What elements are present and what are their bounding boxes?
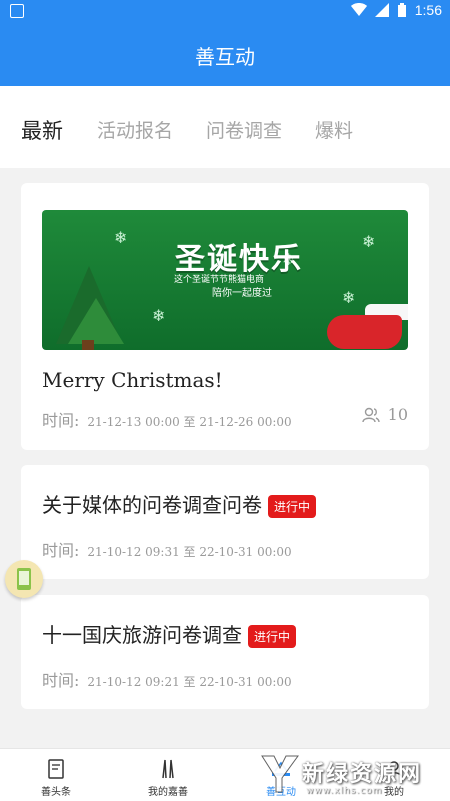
floating-shortcut-button[interactable] bbox=[5, 560, 43, 598]
survey-title: 关于媒体的问卷调查问卷 进行中 bbox=[42, 489, 317, 518]
time-range: 21-12-13 00:00 至 21-12-26 00:00 bbox=[87, 415, 292, 429]
document-icon bbox=[48, 759, 64, 779]
snowflake-icon: ❄ bbox=[342, 288, 356, 307]
time-label: 时间: bbox=[42, 541, 80, 560]
nav-item-interaction[interactable]: 善互动 bbox=[225, 749, 337, 801]
nav-label: 我的 bbox=[384, 787, 404, 798]
survey-card[interactable]: 十一国庆旅游问卷调查 进行中 时间: 21-10-12 09:21 至 22-10-… bbox=[21, 595, 429, 709]
nav-label: 善互动 bbox=[266, 787, 296, 798]
nav-label: 我的嘉善 bbox=[148, 787, 188, 798]
survey-time: 时间: 21-10-12 09:21 至 22-10-31 00:00 bbox=[42, 667, 292, 691]
survey-title-text: 十一国庆旅游问卷调查 bbox=[42, 623, 242, 647]
phone-icon bbox=[17, 568, 31, 590]
profile-icon bbox=[385, 761, 403, 779]
page-title: 善互动 bbox=[195, 44, 255, 69]
status-bar: 1:56 bbox=[0, 0, 450, 24]
battery-icon bbox=[397, 2, 406, 17]
tab-latest[interactable]: 最新 bbox=[21, 115, 63, 145]
nav-item-headlines[interactable]: 善头条 bbox=[0, 749, 112, 801]
survey-card[interactable]: 关于媒体的问卷调查问卷 进行中 时间: 21-10-12 09:31 至 22-10… bbox=[21, 465, 429, 579]
christmas-tree-lower-icon bbox=[68, 298, 124, 344]
banner-subtitle-2: 陪你一起度过 bbox=[212, 288, 272, 299]
participants: 10 bbox=[361, 405, 408, 424]
nav-item-my-jiashan[interactable]: 我的嘉善 bbox=[112, 749, 224, 801]
people-icon bbox=[361, 407, 380, 422]
snowflake-icon: ❄ bbox=[114, 228, 128, 247]
signal-icon bbox=[374, 3, 389, 17]
time-range: 21-10-12 09:21 至 22-10-31 00:00 bbox=[87, 675, 292, 689]
tree-trunk bbox=[82, 340, 94, 350]
pagoda-icon bbox=[162, 759, 174, 779]
interaction-icon bbox=[272, 761, 290, 776]
status-time: 1:56 bbox=[414, 2, 442, 18]
wifi-icon bbox=[350, 3, 367, 16]
activity-card[interactable]: ❄ ❄ ❄ ❄ ❄ 圣诞快乐 这个圣诞节节熊猫电商 陪你一起度过 Merry C… bbox=[21, 183, 429, 450]
status-badge: 进行中 bbox=[268, 495, 317, 518]
christmas-stocking-icon bbox=[327, 315, 402, 349]
participant-count: 10 bbox=[387, 405, 408, 424]
tab-activity-signup[interactable]: 活动报名 bbox=[97, 116, 173, 143]
status-right-group: 1:56 bbox=[350, 2, 442, 18]
snowflake-icon: ❄ bbox=[362, 232, 376, 251]
time-label: 时间: bbox=[42, 411, 80, 430]
tab-bar: 最新 活动报名 问卷调查 爆料 bbox=[0, 86, 450, 168]
nav-item-profile[interactable]: 我的 bbox=[338, 749, 450, 801]
nav-label: 善头条 bbox=[41, 787, 71, 798]
activity-title: Merry Christmas! bbox=[42, 368, 223, 392]
status-badge: 进行中 bbox=[248, 625, 297, 648]
tab-survey[interactable]: 问卷调查 bbox=[206, 116, 282, 143]
christmas-banner-image: ❄ ❄ ❄ ❄ ❄ 圣诞快乐 这个圣诞节节熊猫电商 陪你一起度过 bbox=[42, 210, 408, 350]
app-bar: 善互动 bbox=[0, 24, 450, 86]
image-notification-icon bbox=[10, 4, 24, 18]
time-label: 时间: bbox=[42, 671, 80, 690]
time-range: 21-10-12 09:31 至 22-10-31 00:00 bbox=[87, 545, 292, 559]
survey-title-text: 关于媒体的问卷调查问卷 bbox=[42, 493, 262, 517]
bottom-nav: 善头条 我的嘉善 善互动 我的 bbox=[0, 748, 450, 801]
survey-time: 时间: 21-10-12 09:31 至 22-10-31 00:00 bbox=[42, 537, 292, 561]
tab-tipoff[interactable]: 爆料 bbox=[315, 116, 353, 143]
survey-title: 十一国庆旅游问卷调查 进行中 bbox=[42, 619, 297, 648]
activity-time: 时间: 21-12-13 00:00 至 21-12-26 00:00 bbox=[42, 407, 292, 431]
snowflake-icon: ❄ bbox=[152, 306, 166, 325]
